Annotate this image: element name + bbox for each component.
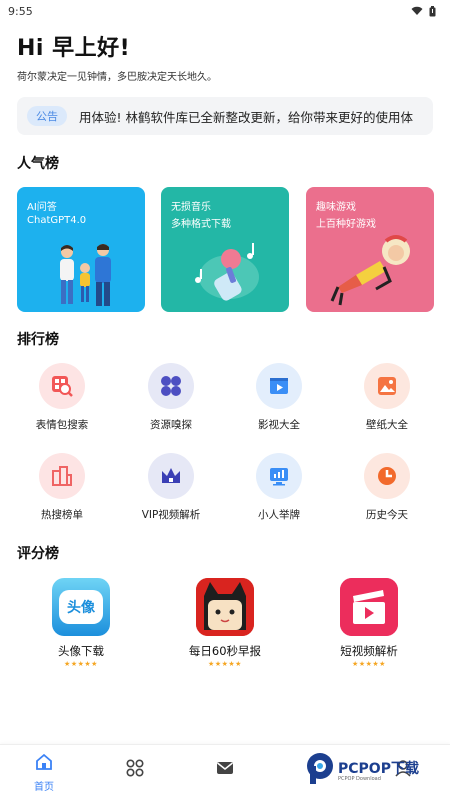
watermark-text: PCPOP下载: [338, 761, 419, 777]
notice-text: 用体验! 林鹤软件库已全新整改更新，给你带来更好的使用体: [79, 109, 413, 125]
greeting-subtitle: 荷尔蒙决定一见钟情，多巴胺决定天长地久。: [17, 72, 217, 83]
popular-card-music[interactable]: 无损音乐 多种格式下载: [161, 187, 289, 312]
crown-icon: [148, 453, 194, 499]
popular-card-games[interactable]: 趣味游戏 上百种好游戏: [306, 187, 434, 312]
ranking-item-label: 资源嗅探: [150, 419, 192, 431]
ranking-item-label: 小人举牌: [258, 509, 300, 521]
ranking-item-label: 历史今天: [366, 509, 408, 521]
ranking-item-resource-sniff[interactable]: 资源嗅探: [117, 363, 225, 432]
wifi-icon: [411, 6, 423, 15]
clover-icon: [148, 363, 194, 409]
ranking-item-hot-search[interactable]: 热搜榜单: [8, 453, 116, 522]
music-illustration-icon: [195, 243, 259, 301]
ranking-item-movies[interactable]: 影视大全: [225, 363, 333, 432]
family-illustration-icon: [60, 244, 111, 306]
app-name: 头像下载: [58, 644, 104, 658]
clock-icon: [364, 453, 410, 499]
monitor-chart-icon: [256, 453, 302, 499]
card-line2: 多种格式下载: [171, 219, 231, 230]
relaxing-character-illustration-icon: [330, 235, 410, 306]
daily-news-app-icon: [196, 578, 254, 636]
grid-icon: [126, 759, 144, 777]
status-icons: [411, 5, 436, 17]
rating-app-avatar-download[interactable]: 头像 头像下载 ★★★★★: [21, 578, 141, 669]
notice-bar[interactable]: 公告 用体验! 林鹤软件库已全新整改更新，给你带来更好的使用体: [17, 97, 433, 135]
ranking-section-title: 排行榜: [17, 332, 59, 348]
ranking-item-sign-holder[interactable]: 小人举牌: [225, 453, 333, 522]
ranking-item-label: VIP视频解析: [141, 509, 201, 521]
avatar-download-app-icon: 头像: [52, 578, 110, 636]
nav-messages[interactable]: [195, 759, 255, 781]
watermark-subtext: PCPOP Download: [338, 776, 381, 782]
card-line1: 趣味游戏: [316, 202, 356, 213]
rating-stars: ★★★★★: [208, 660, 242, 668]
greeting-title: Hi 早上好!: [17, 36, 131, 61]
rating-section-title: 评分榜: [17, 546, 59, 562]
popular-section-title: 人气榜: [17, 156, 59, 172]
mail-icon: [217, 762, 233, 774]
status-time: 9:55: [8, 4, 33, 18]
card-line2: 上百种好游戏: [316, 219, 376, 230]
picture-icon: [364, 363, 410, 409]
pcpop-watermark: PCPOP下载 PCPOP Download: [304, 752, 444, 788]
video-play-icon: [256, 363, 302, 409]
ranking-item-vip-video[interactable]: VIP视频解析: [117, 453, 225, 522]
status-bar: 9:55: [0, 0, 450, 22]
rating-stars: ★★★★★: [64, 660, 98, 668]
popular-card-ai[interactable]: AI问答 ChatGPT4.0: [17, 187, 145, 312]
ranking-item-label: 影视大全: [258, 419, 300, 431]
ranking-item-emoji-search[interactable]: 表情包搜索: [8, 363, 116, 432]
ranking-item-label: 热搜榜单: [41, 509, 83, 521]
rating-app-short-video[interactable]: 短视频解析 ★★★★★: [309, 578, 429, 669]
notice-tag: 公告: [27, 106, 67, 126]
avatar-icon-badge: 头像: [59, 590, 103, 624]
buildings-icon: [39, 453, 85, 499]
card-line2: ChatGPT4.0: [27, 215, 87, 226]
ranking-item-wallpapers[interactable]: 壁纸大全: [333, 363, 441, 432]
greeting-header: Hi 早上好! 荷尔蒙决定一见钟情，多巴胺决定天长地久。: [17, 30, 217, 83]
battery-icon: [429, 5, 436, 16]
nav-home[interactable]: 首页: [14, 753, 74, 793]
ranking-item-history-today[interactable]: 历史今天: [333, 453, 441, 522]
nav-apps[interactable]: [105, 759, 165, 781]
short-video-app-icon: [340, 578, 398, 636]
home-icon: [36, 753, 52, 770]
emoji-search-icon: [39, 363, 85, 409]
rating-app-daily-news[interactable]: 每日60秒早报 ★★★★★: [165, 578, 285, 669]
app-name: 每日60秒早报: [188, 644, 262, 658]
ranking-item-label: 表情包搜索: [35, 419, 89, 431]
ranking-item-label: 壁纸大全: [366, 419, 408, 431]
card-line1: 无损音乐: [171, 202, 211, 213]
nav-home-label: 首页: [34, 782, 54, 793]
card-line1: AI问答: [27, 202, 57, 213]
rating-stars: ★★★★★: [352, 660, 386, 668]
pcpop-logo-icon: [307, 753, 333, 784]
app-name: 短视频解析: [340, 644, 398, 658]
